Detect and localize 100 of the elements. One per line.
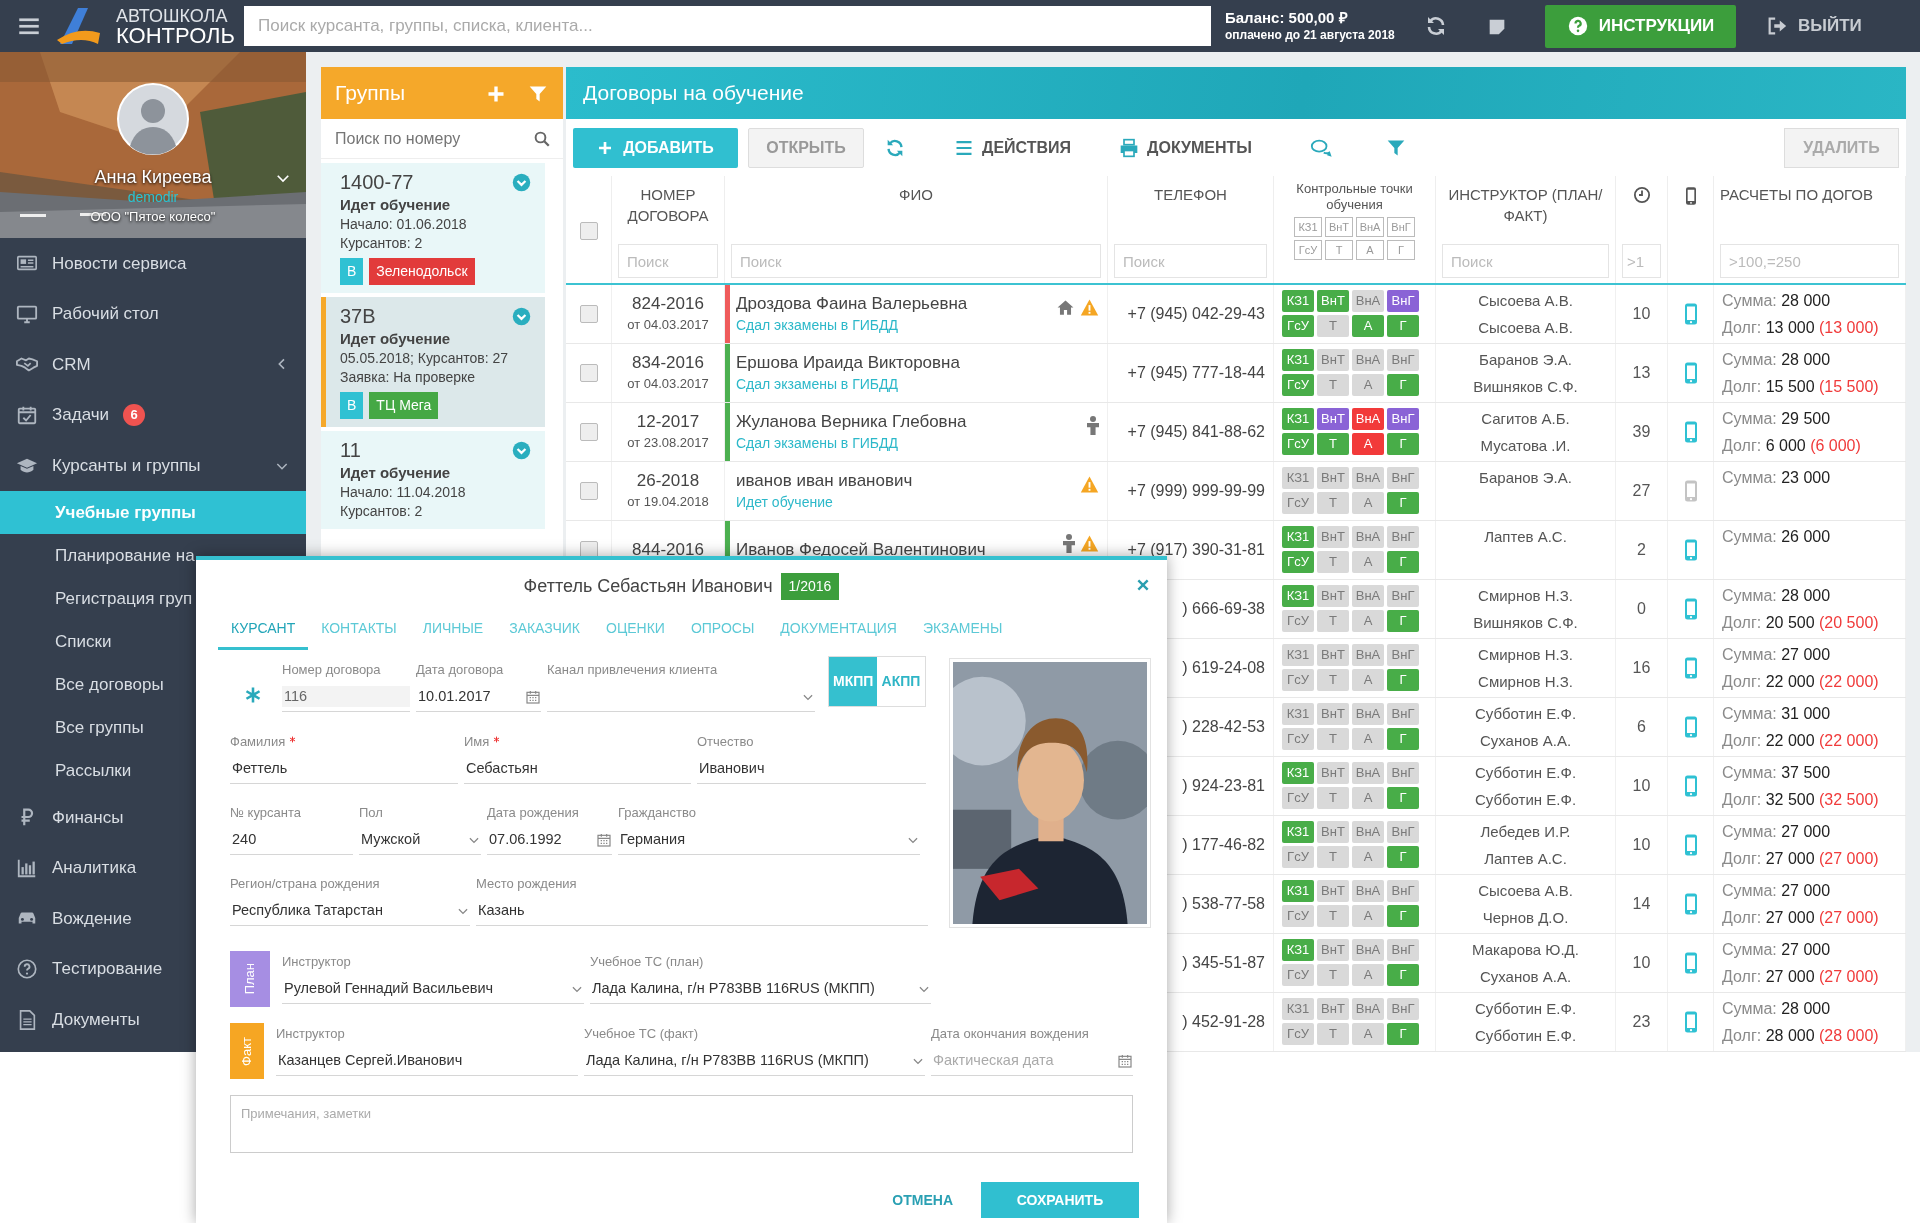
checkpoint-badge: ВнТ <box>1317 526 1349 548</box>
checkpoint-badge: ВнА <box>1352 408 1384 430</box>
calendar-icon <box>596 831 612 848</box>
checkbox[interactable] <box>579 222 598 240</box>
checkpoint-legend: КЗ1 <box>1294 217 1322 237</box>
hours-count: 10 <box>1632 776 1651 796</box>
checkpoint-badge: Г <box>1387 669 1419 691</box>
search-field[interactable]: >1 <box>1622 244 1661 278</box>
checkbox[interactable] <box>579 482 598 500</box>
student-name[interactable]: иванов иван иванович <box>736 469 913 492</box>
text-field[interactable]: 240 <box>230 828 353 851</box>
group-status: Идет обучение <box>340 463 452 483</box>
select-field[interactable]: Мужской <box>359 828 463 851</box>
checkpoint-badge: ВнГ <box>1387 939 1419 961</box>
checkpoint-badge: А <box>1352 492 1384 514</box>
contract-number: 824-2016 <box>632 293 704 316</box>
contract-badge: 1/2016 <box>780 572 840 600</box>
chevron-icon[interactable] <box>512 440 531 460</box>
group-card[interactable]: 11 Идет обучение Начало: 11.04.2018 Курсантов: 2 <box>321 431 545 529</box>
student-name[interactable]: Дроздова Фаина Валерьевна <box>736 292 968 315</box>
checkpoint-badge: Г <box>1387 905 1419 927</box>
checkpoint-legend: Т <box>1325 240 1353 260</box>
field-label: Номер договора <box>282 662 381 678</box>
checkpoint-badge: ВнГ <box>1387 585 1419 607</box>
date-field[interactable]: 07.06.1992 <box>487 828 592 851</box>
sum-text: Сумма: 37 500 <box>1721 763 1832 783</box>
modal-title: Феттель Себастьян Иванович <box>523 574 773 598</box>
search-field[interactable]: Поиск <box>1114 244 1267 278</box>
checkpoint-badge: ВнГ <box>1387 821 1419 843</box>
column-header: ФИО <box>899 185 933 205</box>
checkpoint-badge: ВнА <box>1352 290 1384 312</box>
field-label: Фамилия <box>230 734 286 750</box>
documents-button[interactable]: ДОКУМЕНТЫ <box>1113 135 1258 160</box>
field-label: Учебное ТС (план) <box>590 954 704 970</box>
checkpoint-badge: ВнТ <box>1317 349 1349 371</box>
sum-text: Сумма: 28 000 <box>1721 291 1832 311</box>
sidebar-item[interactable]: Новости сервиса <box>0 238 306 289</box>
checkbox[interactable] <box>579 305 598 323</box>
text-field[interactable]: Себастьян <box>464 757 691 780</box>
sum-text: Сумма: 27 000 <box>1721 645 1832 665</box>
sidebar-item[interactable]: CRM <box>0 339 306 390</box>
sidebar-item[interactable]: Задачи 6 <box>0 389 306 441</box>
select-field[interactable]: Лада Калина, г/н Р783ВВ 116RUS (МКПП) <box>584 1049 907 1072</box>
checkpoint-badge: Т <box>1317 787 1349 809</box>
logout-link[interactable]: ВЫЙТИ <box>1766 13 1862 39</box>
select-field[interactable]: Рулевой Геннадий Васильевич <box>282 977 566 1000</box>
contract-number: 844-2016 <box>632 539 704 561</box>
text-field[interactable]: Казань <box>476 899 928 922</box>
checkpoint-badge: Т <box>1317 492 1349 514</box>
checkpoint-badge: Г <box>1387 728 1419 750</box>
checkpoint-badge: ВнА <box>1352 644 1384 666</box>
select-field[interactable]: Германия <box>618 828 902 851</box>
checkpoint-badge: ГсУ <box>1282 964 1314 986</box>
search-field[interactable]: Поиск курсанта, группы, списка, клиента... <box>244 6 1211 46</box>
checkpoint-badge: ВнА <box>1352 939 1384 961</box>
search-field[interactable]: >100,=250 <box>1720 244 1899 278</box>
hours-count: 10 <box>1632 953 1651 973</box>
group-detail: Курсантов: 2 <box>340 234 424 253</box>
checkpoint-badge: ВнА <box>1352 880 1384 902</box>
phone-number: ) 452-91-28 <box>1182 1012 1266 1032</box>
debt-text: Долг: 13 000 (13 000) <box>1721 318 1880 338</box>
group-card[interactable]: 37В Идет обучение 05.05.2018; Курсантов: 27 Заявка: На проверке В ТЦ Мега <box>321 297 545 427</box>
instructor-name: Баранов Э.А. <box>1479 350 1572 370</box>
date-field[interactable]: 10.01.2017 <box>416 685 521 708</box>
field-label: Дата окончания вождения <box>931 1026 1089 1042</box>
chevron-icon[interactable] <box>512 172 531 192</box>
column-header: ТЕЛЕФОН <box>1154 185 1227 205</box>
phone-number: +7 (945) 042-29-43 <box>1127 304 1266 324</box>
calendar-icon <box>525 688 541 705</box>
text-field[interactable]: Феттель <box>230 757 458 780</box>
sum-text: Сумма: 31 000 <box>1721 704 1832 724</box>
instructor-name: Субботин Е.Ф. <box>1474 763 1577 783</box>
checkpoint-badge: ГсУ <box>1282 551 1314 573</box>
group-card[interactable]: 1400-77 Идет обучение Начало: 01.06.2018 Курсантов: 2 В Зеленодольск <box>321 163 545 293</box>
search-field[interactable]: Поиск <box>618 244 718 278</box>
sidebar-item[interactable]: Курсанты и группы <box>0 440 306 491</box>
search-field[interactable]: Поиск <box>731 244 1101 278</box>
select-field[interactable]: Лада Калина, г/н Р783ВВ 116RUS (МКПП) <box>590 977 913 1000</box>
actions-button[interactable]: ДЕЙСТВИЯ <box>948 135 1078 160</box>
checkpoint-badge: КЗ1 <box>1282 821 1314 843</box>
search-field[interactable]: Поиск <box>1442 244 1609 278</box>
phone-number: +7 (917) 390-31-81 <box>1127 540 1266 560</box>
notes-field[interactable]: Примечания, заметки <box>230 1095 1133 1153</box>
date-field[interactable]: Фактическая дата <box>931 1049 1113 1072</box>
field-label: Место рождения <box>476 876 577 892</box>
contract-date: от 04.03.2017 <box>627 375 709 394</box>
instructor-name: Сысоева А.В. <box>1478 291 1573 311</box>
checkbox[interactable] <box>579 364 598 382</box>
student-name[interactable]: Жуланова Верника Глебовна <box>736 410 967 433</box>
phone-number: ) 666-69-38 <box>1182 599 1266 619</box>
tag: Зеленодольск <box>369 258 475 285</box>
text-field[interactable]: Иванович <box>697 757 926 780</box>
instructor-name: Вишняков С.Ф. <box>1473 613 1578 633</box>
student-name[interactable]: Ершова Ираида Викторовна <box>736 351 960 374</box>
sidebar-item[interactable]: Рабочий стол <box>0 288 306 340</box>
chevron-icon[interactable] <box>512 306 531 326</box>
checkbox[interactable] <box>579 423 598 441</box>
select-field[interactable]: Республика Татарстан <box>230 899 452 922</box>
text-field[interactable]: Казанцев Сергей.Иванович <box>276 1049 578 1072</box>
field-label: Отчество <box>697 734 754 750</box>
